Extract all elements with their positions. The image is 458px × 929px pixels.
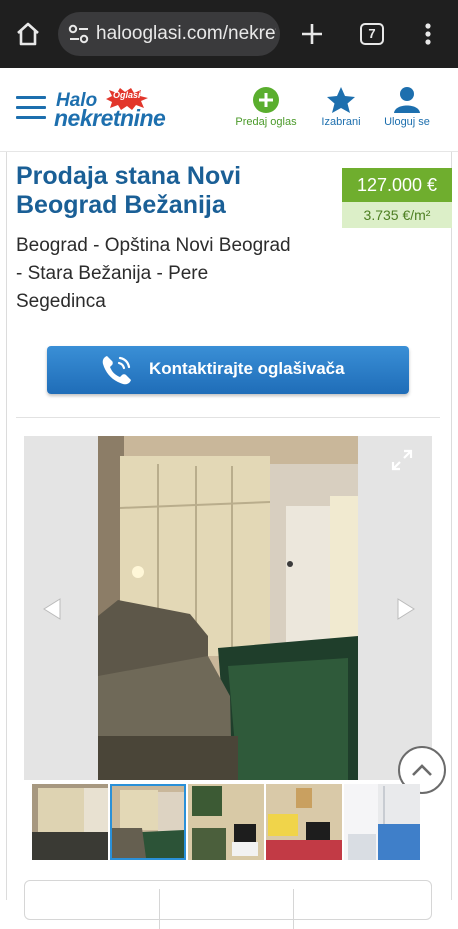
thumbnail-3[interactable] — [188, 784, 264, 860]
izabrani-label: Izabrani — [321, 116, 361, 128]
expand-icon[interactable] — [390, 448, 414, 472]
thumbnail-5[interactable] — [344, 784, 420, 860]
add-circle-icon — [253, 87, 279, 113]
user-icon — [394, 87, 420, 113]
details-separator — [159, 889, 160, 929]
izabrani-button[interactable]: Izabrani — [314, 84, 368, 140]
main-photo[interactable] — [98, 436, 358, 780]
price: 127.000 € — [342, 168, 452, 202]
uloguj-se-button[interactable]: Uloguj se — [378, 84, 436, 140]
contact-advertiser-button[interactable]: Kontaktirajte oglašivača — [47, 346, 409, 394]
previous-photo-arrow-icon[interactable] — [42, 598, 62, 620]
hamburger-menu-icon[interactable] — [16, 96, 46, 122]
home-icon[interactable] — [14, 20, 42, 48]
content-border-left — [6, 152, 7, 900]
more-vert-icon[interactable] — [418, 20, 438, 48]
listing-content: Prodaja stana Novi Beograd Bežanija 127.… — [0, 152, 458, 929]
chevron-up-icon — [412, 764, 432, 776]
contact-advertiser-label: Kontaktirajte oglašivača — [149, 359, 345, 378]
details-table-box — [24, 880, 432, 929]
star-icon — [327, 87, 355, 113]
site-header: Halo Oglasi nekretnine Predaj oglas Izab… — [0, 68, 458, 152]
price-box: 127.000 € 3.735 €/m² — [342, 168, 452, 228]
content-border-right — [451, 152, 452, 900]
site-settings-icon[interactable] — [68, 24, 90, 44]
main-photo-image — [98, 436, 358, 780]
predaj-oglas-button[interactable]: Predaj oglas — [232, 84, 300, 140]
address-bar[interactable]: halooglasi.com/nekretnine — [58, 12, 280, 56]
tab-count-button[interactable]: 7 — [360, 23, 384, 45]
site-logo[interactable]: Halo Oglasi nekretnine — [54, 84, 214, 134]
divider — [16, 417, 440, 418]
logo-oglasi: Oglasi — [113, 90, 141, 100]
new-tab-icon[interactable] — [298, 20, 326, 48]
next-photo-arrow-icon[interactable] — [396, 598, 416, 620]
predaj-oglas-label: Predaj oglas — [235, 116, 297, 128]
thumbnail-strip — [32, 784, 424, 860]
phone-icon — [102, 356, 131, 385]
thumbnail-4[interactable] — [266, 784, 342, 860]
logo-nekretnine: nekretnine — [54, 105, 166, 131]
uloguj-se-label: Uloguj se — [384, 116, 430, 128]
thumbnail-2[interactable] — [110, 784, 186, 860]
price-per-sqm: 3.735 €/m² — [342, 202, 452, 228]
details-separator — [293, 889, 294, 929]
browser-toolbar: halooglasi.com/nekretnine 7 — [0, 0, 458, 68]
location-breadcrumb[interactable]: Beograd - Opština Novi Beograd - Stara B… — [16, 232, 296, 316]
photo-gallery[interactable] — [24, 436, 432, 780]
listing-title: Prodaja stana Novi Beograd Bežanija — [16, 162, 242, 219]
thumbnail-1[interactable] — [32, 784, 108, 860]
url-text[interactable]: halooglasi.com/nekretnine — [96, 23, 276, 45]
